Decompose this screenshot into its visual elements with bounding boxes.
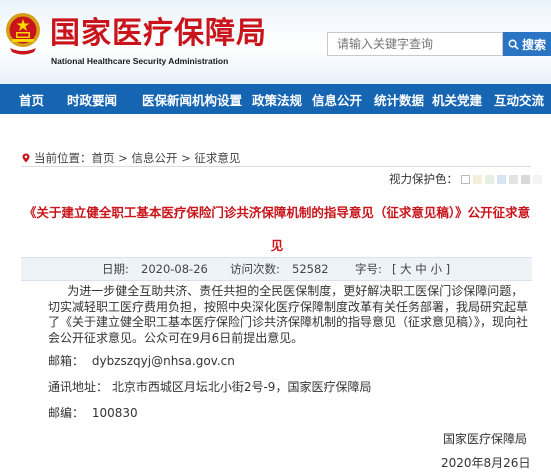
color-swatch-7[interactable] — [533, 174, 542, 184]
email-row: 邮箱： dybzszqyj@nhsa.gov.cn — [48, 352, 235, 369]
email-label: 邮箱： — [48, 354, 85, 368]
nav-item-home[interactable]: 首页 — [19, 90, 44, 109]
views-label: 访问次数: — [230, 262, 280, 276]
address-label: 通讯地址： — [48, 380, 109, 394]
article-title: 《关于建立健全职工基本医疗保险门诊共济保障机制的指导意见（征求意见稿）》公开征求… — [23, 205, 531, 253]
breadcrumb: 当前位置： 首页 > 信息公开 > 征求意见 — [21, 150, 240, 166]
postcode-label: 邮编： — [48, 406, 85, 420]
color-swatch-3[interactable] — [485, 174, 494, 184]
main-nav: 首页 时政要闻 医保新闻 机构设置 政策法规 信息公开 统计数据 机关党建 互动… — [0, 84, 551, 114]
email-value[interactable]: dybzszqyj@nhsa.gov.cn — [92, 354, 235, 368]
font-size-options[interactable]: [ 大 中 小 ] — [392, 261, 450, 277]
sign-date: 2020年8月26日 — [441, 456, 531, 470]
publish-date: 2020-08-26 — [141, 262, 208, 276]
color-swatch-4[interactable] — [497, 174, 506, 184]
nav-item-party[interactable]: 机关党建 — [432, 90, 482, 109]
search-icon — [508, 39, 519, 50]
postcode-value: 100830 — [91, 406, 138, 420]
date-label: 日期: — [102, 262, 129, 276]
breadcrumb-prefix: 当前位置： — [34, 151, 92, 165]
color-swatch-6[interactable] — [521, 174, 530, 184]
search-button-label: 搜索 — [521, 37, 546, 52]
color-swatch-1[interactable] — [461, 174, 470, 184]
search-input[interactable] — [327, 32, 503, 56]
article-meta: 日期: 2020-08-26 访问次数: 52582 字号: [ 大 中 小 ] — [21, 257, 532, 281]
signature: 国家医疗保障局 — [443, 432, 528, 446]
nav-item-policy[interactable]: 政策法规 — [252, 90, 302, 109]
site-header: 国家医疗保障局 National Healthcare Security Adm… — [0, 0, 551, 84]
nav-item-news[interactable]: 时政要闻 — [67, 90, 117, 109]
site-subtitle: National Healthcare Security Administrat… — [51, 56, 229, 66]
search-button[interactable]: 搜索 — [503, 32, 551, 56]
nav-item-organization[interactable]: 机构设置 — [192, 90, 242, 109]
color-swatch-2[interactable] — [473, 174, 482, 184]
address-value: 北京市西城区月坛北小街2号-9，国家医疗保障局 — [111, 380, 372, 394]
breadcrumb-path[interactable]: 首页 > 信息公开 > 征求意见 — [92, 150, 241, 166]
nav-item-healthcare-news[interactable]: 医保新闻 — [142, 90, 192, 109]
national-emblem-icon[interactable] — [4, 10, 42, 56]
postcode-row: 邮编： 100830 — [48, 404, 138, 421]
location-icon — [22, 153, 30, 163]
vision-protect-bar: 视力保护色： — [389, 171, 542, 187]
site-title[interactable]: 国家医疗保障局 — [50, 8, 267, 52]
nav-item-disclosure[interactable]: 信息公开 — [312, 90, 362, 109]
breadcrumb-divider — [21, 166, 531, 167]
address-row: 通讯地址： 北京市西城区月坛北小街2号-9，国家医疗保障局 — [48, 378, 371, 395]
views-count: 52582 — [292, 262, 329, 276]
nav-item-statistics[interactable]: 统计数据 — [374, 90, 424, 109]
nav-item-interaction[interactable]: 互动交流 — [494, 90, 544, 109]
vision-protect-label: 视力保护色： — [389, 172, 458, 186]
font-size-label: 字号: — [355, 262, 382, 276]
color-swatch-5[interactable] — [509, 174, 518, 184]
article-body: 为进一步健全互助共济、责任共担的全民医保制度，更好解决职工医保门诊保障问题，切实… — [48, 284, 529, 345]
